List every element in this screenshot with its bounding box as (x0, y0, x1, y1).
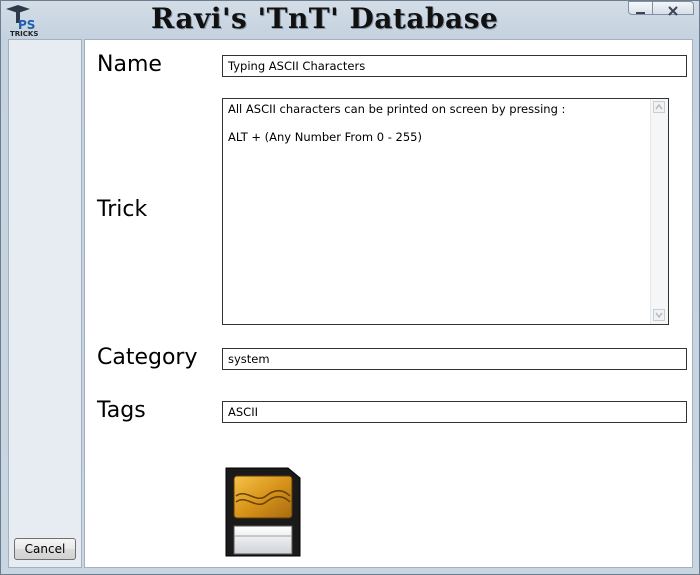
category-field[interactable]: system (222, 348, 687, 370)
memory-card-icon[interactable] (222, 466, 302, 560)
name-field[interactable]: Typing ASCII Characters (222, 55, 687, 77)
minimize-button[interactable] (628, 1, 653, 15)
cancel-button[interactable]: Cancel (14, 538, 76, 560)
category-label: Category (97, 345, 198, 370)
name-label: Name (97, 52, 162, 77)
window-title: Ravi's 'TnT' Database Editor (151, 2, 499, 71)
chevron-up-icon (655, 104, 663, 110)
tags-field[interactable]: ASCII (222, 401, 687, 423)
window-controls (628, 1, 694, 16)
form-panel: Name Typing ASCII Characters Trick All A… (84, 39, 693, 568)
trick-scrollbar[interactable] (650, 99, 668, 324)
minimize-icon (636, 12, 645, 14)
close-icon (668, 6, 678, 16)
close-button[interactable] (652, 1, 694, 16)
trick-text-line-2: ALT + (Any Number From 0 - 255) (228, 130, 422, 144)
trick-textarea[interactable]: All ASCII characters can be printed on s… (222, 98, 669, 325)
editor-window: PS TRICKS Ravi's 'TnT' Database Editor C… (0, 0, 700, 575)
trick-label: Trick (97, 197, 148, 222)
sidebar-panel: Cancel (8, 39, 82, 568)
app-logo-icon: PS TRICKS (6, 5, 38, 37)
scroll-down-button[interactable] (653, 309, 665, 321)
trick-text-line-1: All ASCII characters can be printed on s… (228, 102, 566, 116)
tags-label: Tags (97, 398, 146, 423)
svg-text:TRICKS: TRICKS (10, 30, 38, 37)
chevron-down-icon (655, 312, 663, 318)
title-bar[interactable]: PS TRICKS Ravi's 'TnT' Database Editor (1, 1, 699, 71)
scroll-up-button[interactable] (653, 101, 665, 113)
trick-text: All ASCII characters can be printed on s… (228, 102, 648, 144)
